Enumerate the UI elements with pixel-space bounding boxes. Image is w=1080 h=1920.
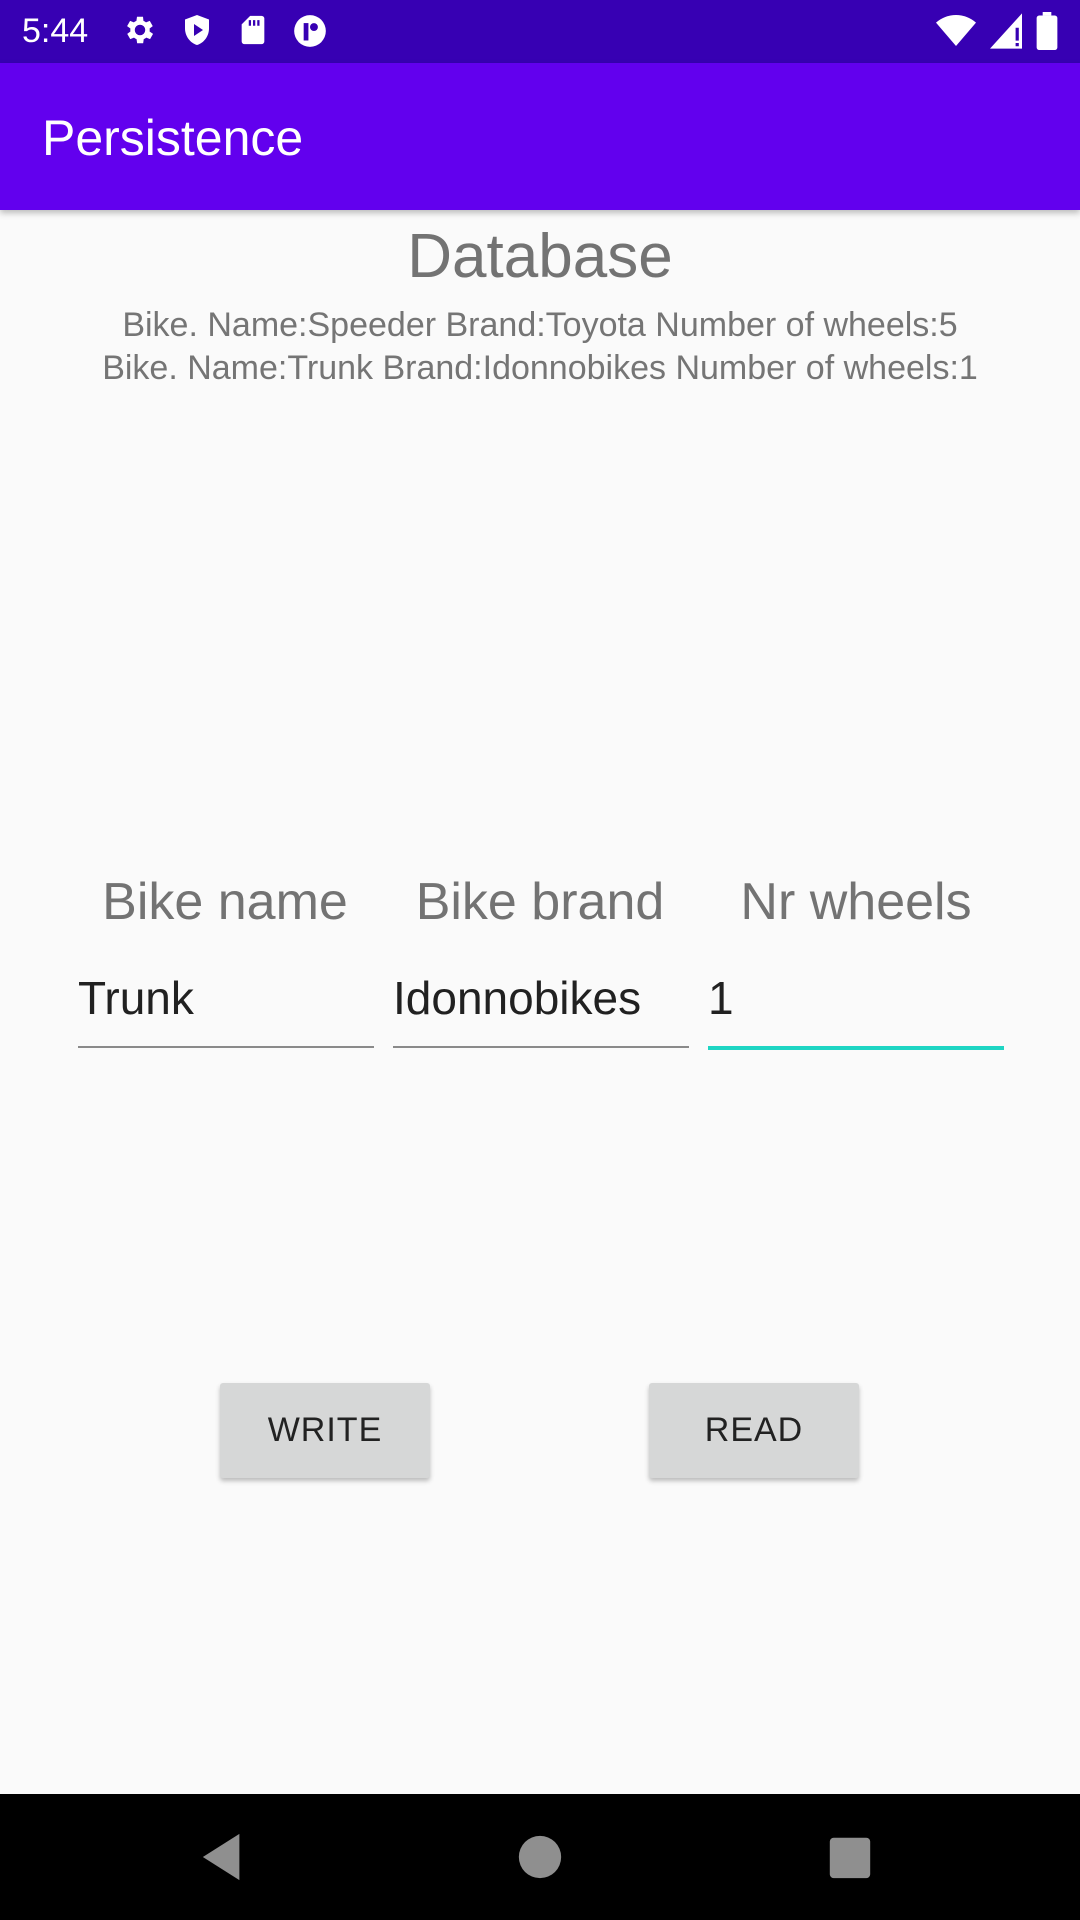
bike-brand-value: Idonnobikes bbox=[393, 972, 642, 1024]
home-icon[interactable] bbox=[516, 1832, 564, 1887]
database-record: Bike. Name:Speeder Brand:Toyota Number o… bbox=[122, 306, 958, 344]
bike-name-label: Bike name bbox=[102, 873, 348, 931]
battery-icon bbox=[1036, 12, 1058, 50]
back-icon[interactable] bbox=[200, 1832, 248, 1887]
wifi-icon bbox=[936, 13, 976, 49]
nr-wheels-label: Nr wheels bbox=[740, 873, 972, 931]
navigation-bar bbox=[0, 1794, 1080, 1920]
bike-name-value: Trunk bbox=[78, 972, 194, 1024]
cell-signal-icon bbox=[990, 13, 1022, 49]
bike-name-input[interactable]: Trunk bbox=[78, 968, 374, 1048]
database-title: Database bbox=[407, 222, 673, 291]
database-records: Bike. Name:Speeder Brand:Toyota Number o… bbox=[0, 304, 1080, 390]
status-time: 5:44 bbox=[22, 12, 89, 50]
recents-icon[interactable] bbox=[829, 1832, 871, 1887]
gear-icon bbox=[122, 12, 158, 50]
bike-brand-input[interactable]: Idonnobikes bbox=[393, 968, 689, 1048]
status-bar: 5:44 bbox=[0, 0, 1080, 63]
app-notification-icon bbox=[291, 12, 329, 50]
database-record: Bike. Name:Trunk Brand:Idonnobikes Numbe… bbox=[102, 349, 978, 387]
read-button[interactable]: READ bbox=[649, 1383, 859, 1478]
sd-card-icon bbox=[236, 12, 270, 50]
play-shield-icon bbox=[179, 12, 215, 50]
nr-wheels-value: 1 bbox=[708, 972, 734, 1024]
write-button[interactable]: WRITE bbox=[220, 1383, 430, 1478]
status-system-icons bbox=[936, 12, 1058, 50]
nr-wheels-input[interactable]: 1 bbox=[708, 968, 1004, 1050]
app-bar: Persistence bbox=[0, 63, 1080, 210]
app-title: Persistence bbox=[42, 110, 304, 166]
bike-brand-label: Bike brand bbox=[415, 873, 665, 931]
status-notification-icons bbox=[122, 12, 329, 50]
